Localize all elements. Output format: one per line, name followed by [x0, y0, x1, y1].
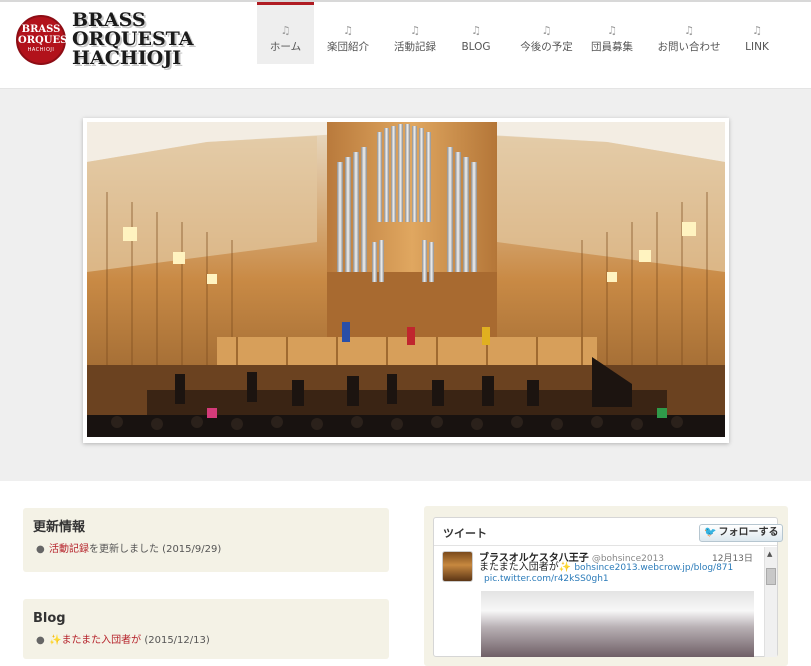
twitter-widget: ツイート 🐦 フォローする ブラスオルケスタ八王子 @bohsince2013 12…	[433, 517, 784, 657]
twitter-bird-icon: 🐦	[704, 527, 717, 538]
nav-label: 活動記録	[394, 41, 436, 53]
emblem-line-2: ORQUESTA	[18, 35, 82, 46]
nav-item-activities[interactable]: ♫ 活動記録	[384, 2, 446, 64]
nav-item-home[interactable]: ♫ ホーム	[257, 2, 314, 64]
blog-post-date: (2015/12/13)	[141, 635, 210, 646]
nav-item-blog[interactable]: ♫ BLOG	[450, 2, 502, 64]
hero-image-frame	[83, 118, 729, 443]
logo-wordmark: BRASS ORQUESTA HACHIOJI	[72, 11, 194, 68]
nav-label: 今後の予定	[520, 41, 573, 53]
emblem-line-3: HACHIOJI	[27, 47, 55, 53]
music-note-icon: ♫	[280, 24, 291, 37]
blog-box: Blog ● ✨またまた入団者が (2015/12/13)	[23, 599, 389, 659]
sparkle-icon: ✨	[49, 635, 62, 646]
bullet-icon: ●	[36, 544, 45, 555]
emblem-line-1: BRASS	[21, 24, 61, 35]
music-note-icon: ♫	[410, 24, 420, 37]
nav-item-recruit[interactable]: ♫ 団員募集	[586, 2, 638, 64]
tweets-scrollbar[interactable]: ▲	[764, 547, 777, 657]
sparkle-icon: ✨	[558, 562, 572, 573]
site-logo[interactable]: BRASS ORQUESTA HACHIOJI BRASS ORQUESTA H…	[16, 11, 216, 70]
nav-item-about[interactable]: ♫ 楽団紹介	[317, 2, 379, 64]
bullet-icon: ●	[36, 635, 45, 646]
nav-label: BLOG	[461, 41, 491, 53]
concert-hall-photo	[87, 122, 725, 437]
nav-label: 団員募集	[591, 41, 633, 53]
music-note-icon: ♫	[607, 24, 617, 37]
follow-label: フォローする	[718, 527, 779, 538]
tweets-title: ツイート	[443, 527, 487, 540]
site-header: BRASS ORQUESTA HACHIOJI BRASS ORQUESTA H…	[0, 0, 811, 88]
blog-post-link[interactable]: またまた入団者が	[61, 635, 141, 646]
music-note-icon: ♫	[343, 24, 353, 37]
divider	[434, 545, 777, 546]
blog-title: Blog	[33, 611, 66, 626]
follow-button[interactable]: 🐦 フォローする	[699, 524, 784, 542]
tweet-link[interactable]: bohsince2013.webcrow.jp/blog/871	[574, 563, 733, 573]
scroll-up-icon[interactable]: ▲	[767, 550, 772, 558]
tweet-photo[interactable]	[481, 591, 754, 657]
music-note-icon: ♫	[684, 24, 694, 37]
avatar[interactable]	[442, 551, 473, 582]
logo-emblem: BRASS ORQUESTA HACHIOJI	[16, 15, 82, 65]
updates-list: ● 活動記録を更新しました (2015/9/29)	[33, 542, 379, 558]
updates-box: 更新情報 ● 活動記録を更新しました (2015/9/29)	[23, 508, 389, 572]
update-text: を更新しました (2015/9/29)	[89, 544, 222, 555]
logo-line-3: HACHIOJI	[72, 47, 182, 69]
music-note-icon: ♫	[471, 24, 481, 37]
list-item: ● ✨またまた入団者が (2015/12/13)	[36, 633, 379, 649]
nav-item-schedule[interactable]: ♫ 今後の予定	[510, 2, 583, 64]
music-note-icon: ♫	[541, 24, 552, 37]
tweet-text: またまた入団者が✨ bohsince2013.webcrow.jp/blog/8…	[479, 562, 733, 574]
nav-label: 楽団紹介	[327, 41, 369, 53]
nav-label: LINK	[745, 41, 769, 53]
nav-item-link[interactable]: ♫ LINK	[735, 2, 779, 64]
music-note-icon: ♫	[752, 24, 762, 37]
blog-list: ● ✨またまた入団者が (2015/12/13)	[33, 633, 379, 649]
list-item: ● 活動記録を更新しました (2015/9/29)	[36, 542, 379, 558]
tweet-pic-link[interactable]: pic.twitter.com/r42kSS0gh1	[484, 574, 609, 584]
nav-label: ホーム	[269, 41, 302, 53]
nav-item-contact[interactable]: ♫ お問い合わせ	[653, 2, 725, 64]
scrollbar-thumb[interactable]	[766, 568, 776, 585]
update-link[interactable]: 活動記録	[49, 544, 89, 555]
nav-label: お問い合わせ	[657, 41, 721, 53]
updates-title: 更新情報	[33, 520, 86, 535]
tweet-body: またまた入団者が	[479, 562, 559, 573]
